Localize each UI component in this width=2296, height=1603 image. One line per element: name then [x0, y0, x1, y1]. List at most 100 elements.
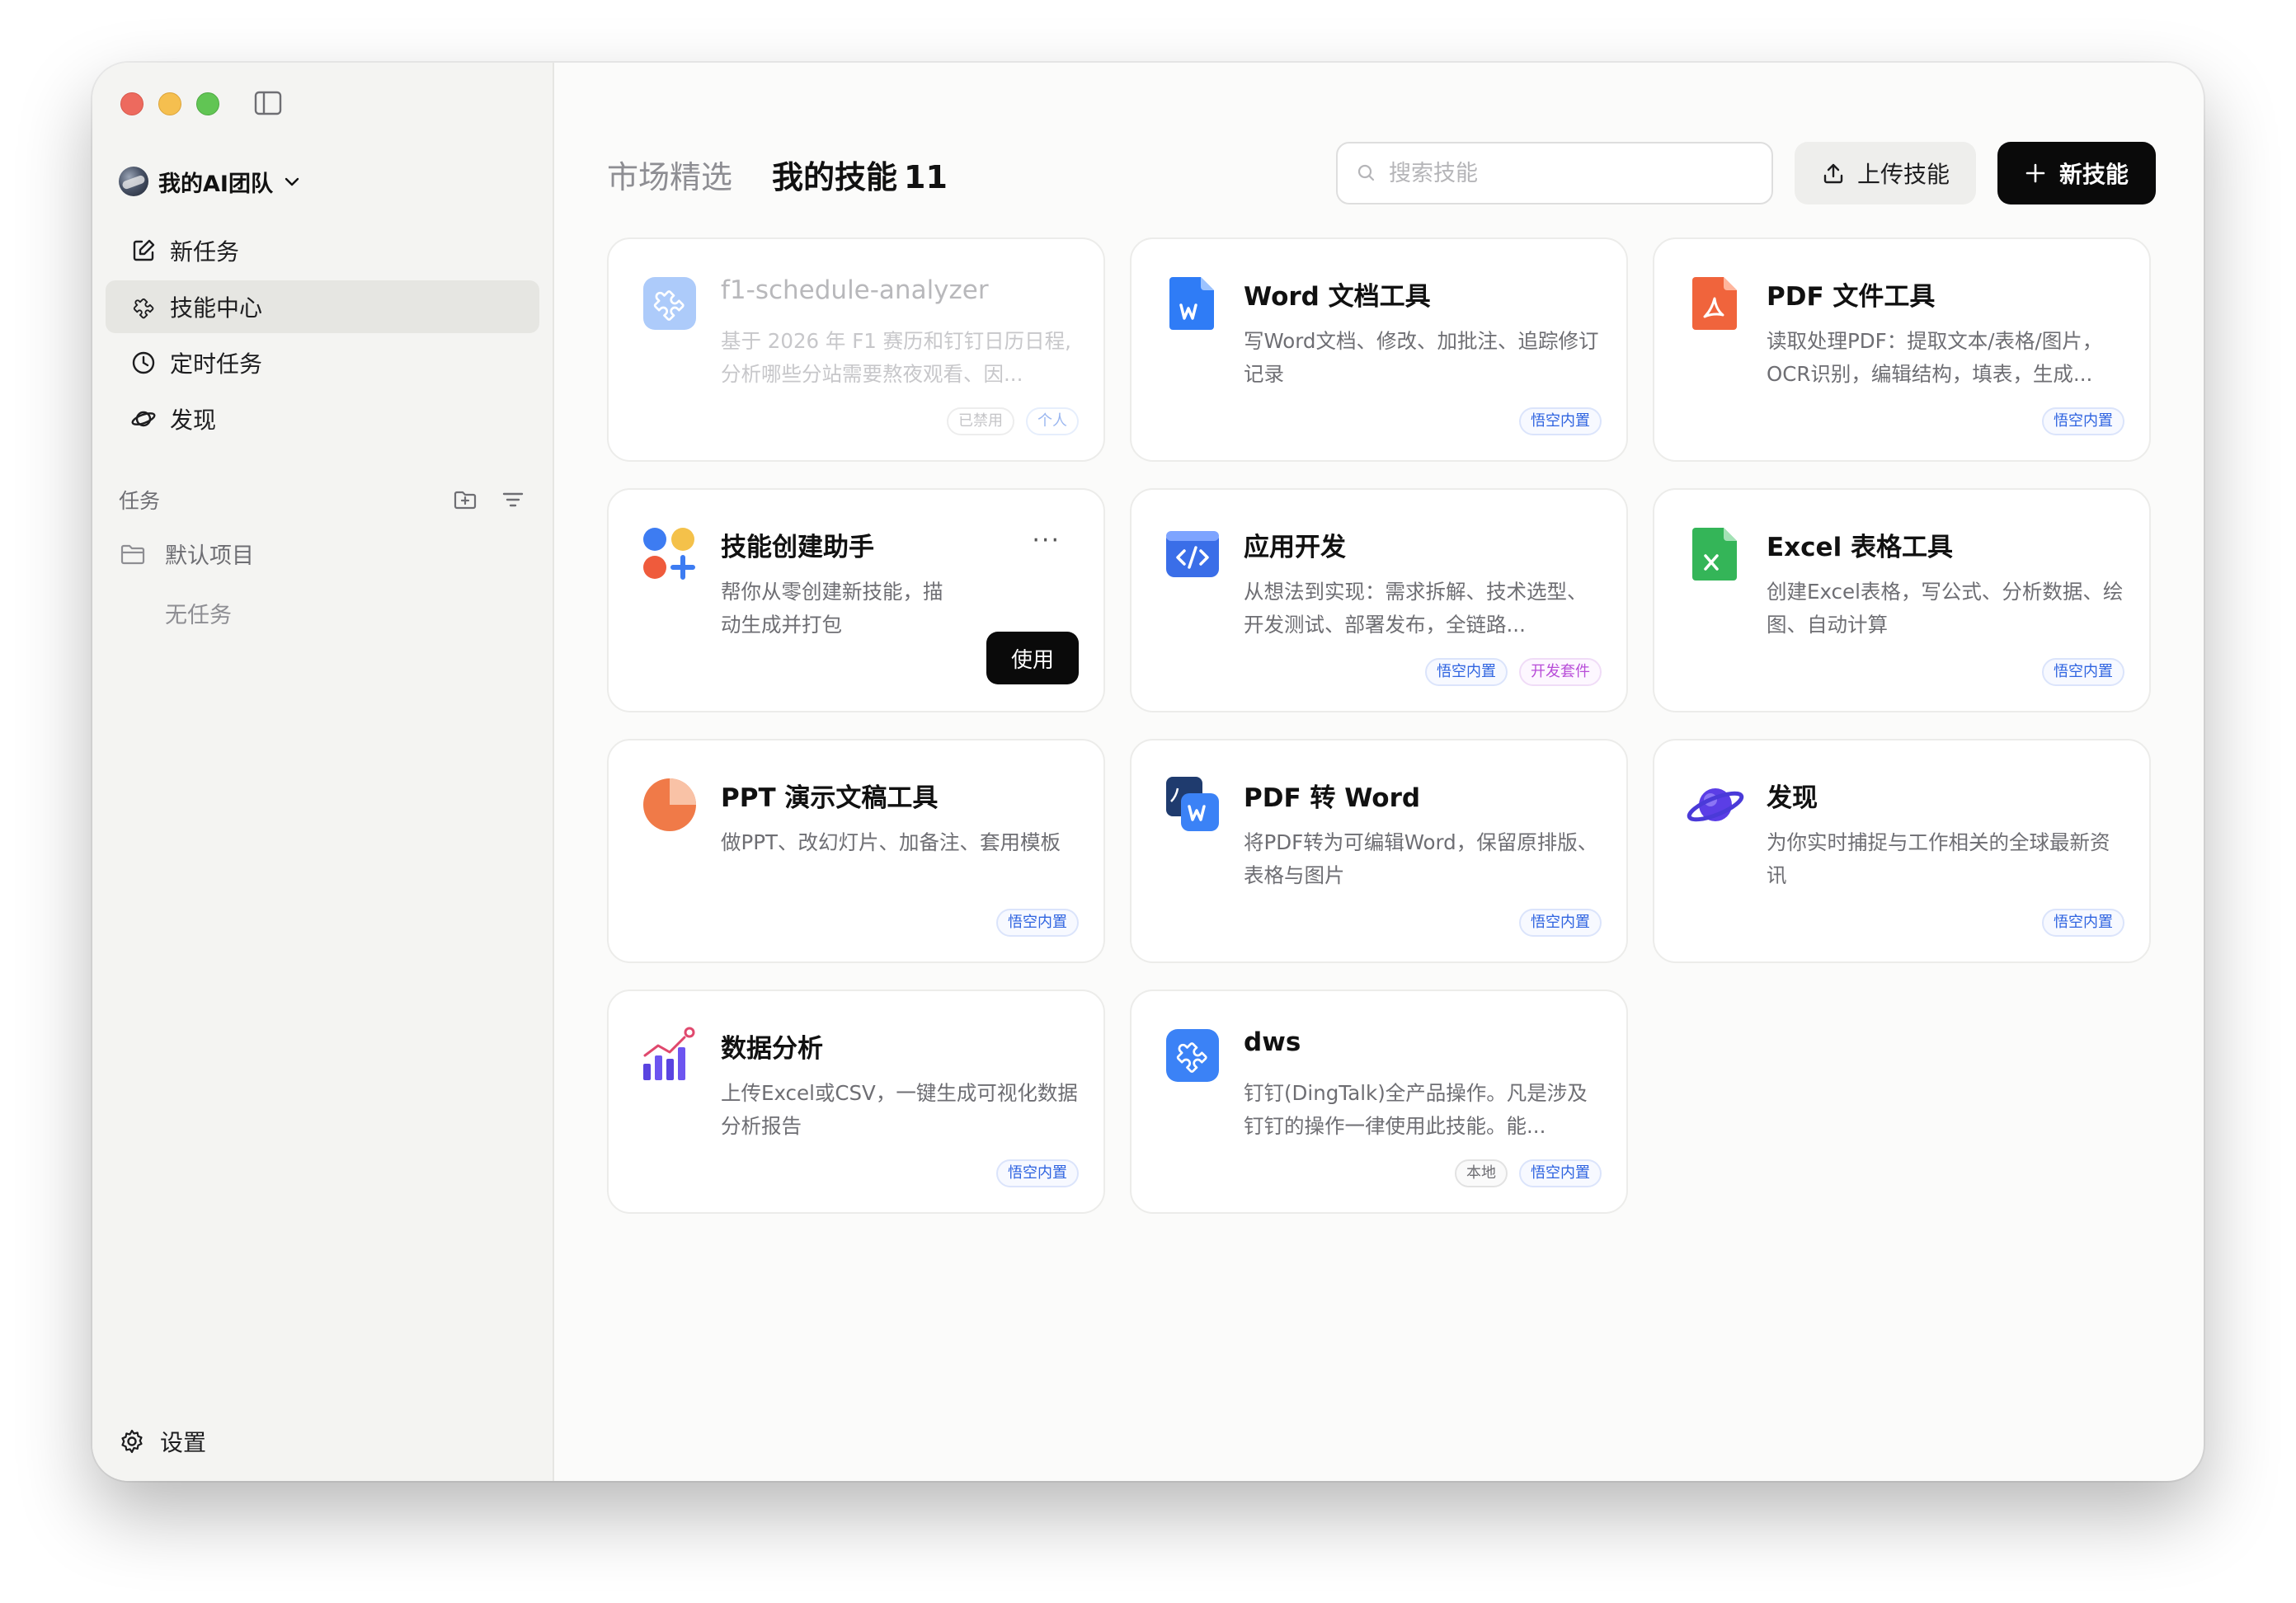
sidebar-item-label: 定时任务 — [170, 350, 263, 378]
skill-card-pdf-to-word[interactable]: PDF 转 Word 将PDF转为可编辑Word，保留原排版、表格与图片 悟空内… — [1130, 739, 1628, 963]
close-window-button[interactable] — [120, 92, 144, 115]
app-window: 我的AI团队 新任务 技能中心 定时任务 发现 任务 默认项目 无任务 设置 市… — [92, 63, 2204, 1481]
skill-description: 为你实时捕捉与工作相关的全球最新资讯 — [1767, 830, 2110, 887]
skill-title: Excel 表格工具 — [1767, 533, 1953, 562]
tasks-section-header: 任务 — [119, 485, 526, 515]
tab-market-picks[interactable]: 市场精选 — [607, 152, 732, 197]
clock-icon — [132, 351, 155, 374]
tag-disabled: 已禁用 — [947, 407, 1014, 435]
filter-icon[interactable] — [500, 487, 526, 513]
skill-title: 数据分析 — [721, 1034, 823, 1064]
pdf-to-word-icon — [1166, 777, 1219, 831]
sidebar-nav: 新任务 技能中心 定时任务 发现 — [106, 224, 539, 449]
tag-personal: 个人 — [1026, 407, 1079, 435]
skill-card-pdf[interactable]: PDF 文件工具 读取处理PDF：提取文本/表格/图片，OCR识别，编辑结构，填… — [1653, 237, 2151, 462]
empty-tasks-text: 无任务 — [165, 603, 232, 628]
sidebar-item-discover[interactable]: 发现 — [106, 393, 539, 445]
planet-icon — [1687, 788, 1744, 822]
gear-icon — [121, 1429, 143, 1454]
skill-title: PDF 转 Word — [1244, 783, 1421, 813]
tag-builtin: 悟空内置 — [1519, 407, 1602, 435]
tag-builtin: 悟空内置 — [2042, 658, 2124, 686]
new-folder-icon[interactable] — [452, 487, 478, 513]
skill-title: 技能创建助手 — [721, 533, 874, 562]
search-icon — [1357, 164, 1375, 181]
team-switcher[interactable]: 我的AI团队 — [119, 158, 301, 204]
tag-builtin: 悟空内置 — [2042, 909, 2124, 937]
skill-title: PPT 演示文稿工具 — [721, 783, 939, 813]
use-skill-button[interactable]: 使用 — [986, 632, 1079, 684]
tag-builtin: 悟空内置 — [2042, 407, 2124, 435]
chevron-down-icon — [285, 177, 299, 186]
code-window-icon — [1166, 531, 1219, 577]
skill-title: f1-schedule-analyzer — [721, 275, 989, 305]
sidebar-item-label: 新任务 — [170, 238, 240, 266]
sidebar-item-new-task[interactable]: 新任务 — [106, 224, 539, 277]
skill-description: 帮你从零创建新技能，描动生成并打包 — [721, 580, 943, 637]
plus-icon — [2025, 163, 2045, 183]
sidebar-item-label: 发现 — [170, 407, 217, 434]
search-input[interactable] — [1389, 160, 1752, 186]
tag-builtin: 悟空内置 — [996, 1159, 1079, 1187]
new-skill-button[interactable]: 新技能 — [1997, 142, 2156, 204]
puzzle-icon — [133, 298, 154, 319]
skill-card-discover[interactable]: 发现 为你实时捕捉与工作相关的全球最新资讯 悟空内置 — [1653, 739, 2151, 963]
ppt-pie-icon — [643, 778, 696, 831]
excel-file-icon — [1692, 528, 1737, 581]
skill-card-skill-creator[interactable]: 技能创建助手 ··· 帮你从零创建新技能，描动生成并打包 使用 — [607, 488, 1105, 712]
zoom-window-button[interactable] — [196, 92, 219, 115]
tag-builtin: 悟空内置 — [996, 909, 1079, 937]
tag-local: 本地 — [1455, 1159, 1508, 1187]
skill-description: 将PDF转为可编辑Word，保留原排版、表格与图片 — [1244, 830, 1598, 887]
minimize-window-button[interactable] — [158, 92, 181, 115]
settings-label: 设置 — [160, 1429, 207, 1456]
sidebar-item-skill-center[interactable]: 技能中心 — [106, 280, 539, 333]
sidebar-item-scheduled-tasks[interactable]: 定时任务 — [106, 336, 539, 389]
planet-icon — [131, 411, 156, 427]
more-options-icon[interactable]: ··· — [1032, 526, 1061, 555]
tag-builtin: 悟空内置 — [1519, 909, 1602, 937]
skill-card-f1-schedule-analyzer[interactable]: f1-schedule-analyzer 基于 2026 年 F1 赛历和钉钉日… — [607, 237, 1105, 462]
tag-dev-kit: 开发套件 — [1519, 658, 1602, 686]
skill-card-dws[interactable]: dws 钉钉(DingTalk)全产品操作。凡是涉及钉钉的操作一律使用此技能。能… — [1130, 990, 1628, 1214]
main-content: 市场精选 我的技能11 上传技能 新技能 f1-schedule-analyze… — [554, 63, 2204, 1481]
skill-creator-icon — [643, 528, 695, 580]
upload-skill-button[interactable]: 上传技能 — [1795, 142, 1976, 204]
skill-description: 做PPT、改幻灯片、加备注、套用模板 — [721, 830, 1061, 854]
skill-description: 读取处理PDF：提取文本/表格/图片，OCR识别，编辑结构，填表，生成... — [1767, 329, 2103, 386]
project-default[interactable]: 默认项目 — [119, 538, 254, 570]
skill-title: 发现 — [1767, 783, 1818, 813]
avatar — [119, 167, 148, 196]
skill-description: 钉钉(DingTalk)全产品操作。凡是涉及钉钉的操作一律使用此技能。能... — [1244, 1081, 1588, 1138]
puzzle-icon — [1166, 1029, 1219, 1082]
new-skill-label: 新技能 — [2058, 161, 2129, 188]
folder-icon — [120, 544, 145, 564]
skill-card-app-dev[interactable]: 应用开发 从想法到实现：需求拆解、技术选型、开发测试、部署发布，全链路... 悟… — [1130, 488, 1628, 712]
sidebar-toggle-icon[interactable] — [254, 91, 282, 115]
window-controls — [120, 92, 219, 115]
skill-description: 上传Excel或CSV，一键生成可视化数据分析报告 — [721, 1081, 1078, 1138]
skill-card-ppt[interactable]: PPT 演示文稿工具 做PPT、改幻灯片、加备注、套用模板 悟空内置 — [607, 739, 1105, 963]
skill-title: PDF 文件工具 — [1767, 282, 1936, 312]
settings-button[interactable]: 设置 — [119, 1425, 206, 1458]
skill-description: 创建Excel表格，写公式、分析数据、绘图、自动计算 — [1767, 580, 2124, 637]
skill-card-data-analysis[interactable]: 数据分析 上传Excel或CSV，一键生成可视化数据分析报告 悟空内置 — [607, 990, 1105, 1214]
section-label: 任务 — [119, 489, 161, 513]
tag-builtin: 悟空内置 — [1425, 658, 1508, 686]
search-box[interactable] — [1336, 142, 1773, 204]
bar-chart-icon — [643, 1027, 695, 1080]
tab-my-skills[interactable]: 我的技能 11 — [772, 152, 948, 197]
upload-skill-label: 上传技能 — [1856, 161, 1950, 188]
sidebar-item-label: 技能中心 — [170, 294, 263, 322]
word-file-icon — [1169, 277, 1214, 330]
pdf-file-icon — [1692, 277, 1737, 330]
team-name: 我的AI团队 — [158, 171, 273, 197]
upload-icon — [1823, 163, 1843, 184]
sidebar: 我的AI团队 新任务 技能中心 定时任务 发现 任务 默认项目 无任务 设置 — [92, 63, 554, 1481]
tab-my-skills-count: 11 — [904, 159, 948, 195]
tag-builtin: 悟空内置 — [1519, 1159, 1602, 1187]
skill-title: 应用开发 — [1244, 533, 1346, 562]
skill-card-word[interactable]: Word 文档工具 写Word文档、修改、加批注、追踪修订记录 悟空内置 — [1130, 237, 1628, 462]
skill-card-excel[interactable]: Excel 表格工具 创建Excel表格，写公式、分析数据、绘图、自动计算 悟空… — [1653, 488, 2151, 712]
skill-title: Word 文档工具 — [1244, 282, 1431, 312]
